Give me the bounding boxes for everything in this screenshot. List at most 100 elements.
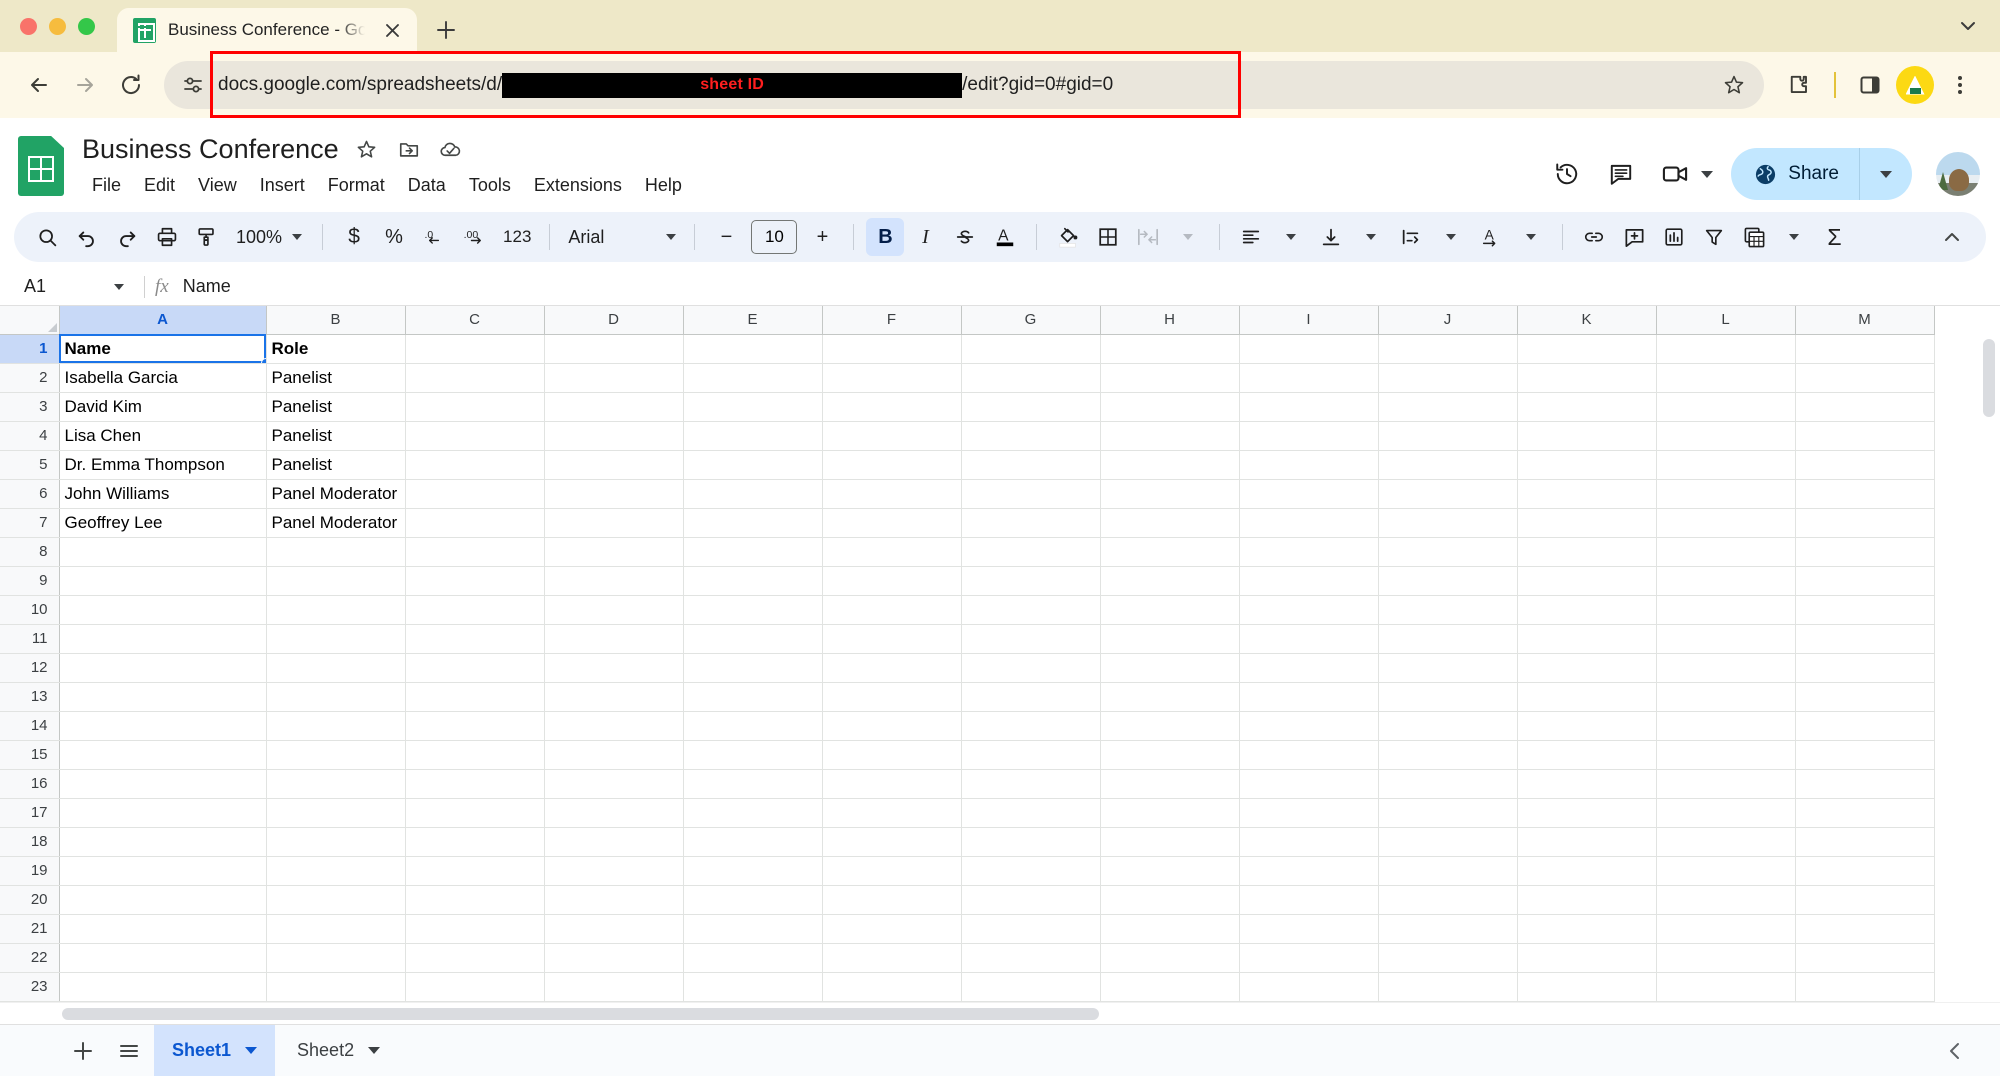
cell-E6[interactable] (683, 479, 822, 508)
cell-M18[interactable] (1795, 827, 1934, 856)
cell-M21[interactable] (1795, 914, 1934, 943)
cell-L2[interactable] (1656, 363, 1795, 392)
minimize-window-button[interactable] (49, 18, 66, 35)
cell-G13[interactable] (961, 682, 1100, 711)
cell-H6[interactable] (1100, 479, 1239, 508)
cell-L18[interactable] (1656, 827, 1795, 856)
star-icon[interactable] (1714, 65, 1754, 105)
cell-D9[interactable] (544, 566, 683, 595)
cell-I6[interactable] (1239, 479, 1378, 508)
currency-format-button[interactable]: $ (335, 218, 373, 256)
cell-A21[interactable] (59, 914, 266, 943)
cell-I21[interactable] (1239, 914, 1378, 943)
cell-J18[interactable] (1378, 827, 1517, 856)
sheet-tab-sheet1[interactable]: Sheet1 (154, 1025, 275, 1076)
increase-decimal-button[interactable]: .00 (455, 218, 495, 256)
cell-E2[interactable] (683, 363, 822, 392)
undo-icon[interactable] (68, 218, 106, 256)
bold-button[interactable]: B (866, 218, 904, 256)
cell-F7[interactable] (822, 508, 961, 537)
page-title[interactable]: Business Conference (82, 134, 339, 165)
cell-D1[interactable] (544, 334, 683, 363)
cell-G15[interactable] (961, 740, 1100, 769)
cell-K12[interactable] (1517, 653, 1656, 682)
cell-D15[interactable] (544, 740, 683, 769)
chevron-down-icon[interactable] (114, 284, 124, 290)
cell-A5[interactable]: Dr. Emma Thompson (59, 450, 266, 479)
add-comment-icon[interactable] (1615, 218, 1653, 256)
cell-L4[interactable] (1656, 421, 1795, 450)
cell-B7[interactable]: Panel Moderator (266, 508, 405, 537)
row-header-19[interactable]: 19 (0, 856, 59, 885)
meet-button[interactable] (1651, 150, 1713, 198)
name-box[interactable]: A1 (6, 268, 134, 305)
cell-E14[interactable] (683, 711, 822, 740)
cell-M2[interactable] (1795, 363, 1934, 392)
cell-D22[interactable] (544, 943, 683, 972)
cell-K4[interactable] (1517, 421, 1656, 450)
cell-F6[interactable] (822, 479, 961, 508)
cell-K10[interactable] (1517, 595, 1656, 624)
cell-E7[interactable] (683, 508, 822, 537)
profile-avatar-icon[interactable] (1896, 66, 1934, 104)
cell-C6[interactable] (405, 479, 544, 508)
cell-M15[interactable] (1795, 740, 1934, 769)
cell-H22[interactable] (1100, 943, 1239, 972)
cell-H19[interactable] (1100, 856, 1239, 885)
cell-C18[interactable] (405, 827, 544, 856)
cell-K2[interactable] (1517, 363, 1656, 392)
cell-K23[interactable] (1517, 972, 1656, 1001)
cell-I5[interactable] (1239, 450, 1378, 479)
cell-F16[interactable] (822, 769, 961, 798)
cell-L17[interactable] (1656, 798, 1795, 827)
cell-M1[interactable] (1795, 334, 1934, 363)
cell-I18[interactable] (1239, 827, 1378, 856)
cell-D17[interactable] (544, 798, 683, 827)
cell-K9[interactable] (1517, 566, 1656, 595)
cell-F23[interactable] (822, 972, 961, 1001)
zoom-select[interactable]: 100% (228, 218, 310, 256)
cell-A6[interactable]: John Williams (59, 479, 266, 508)
text-wrapping-icon[interactable] (1392, 218, 1430, 256)
cell-H10[interactable] (1100, 595, 1239, 624)
cell-J2[interactable] (1378, 363, 1517, 392)
share-dropdown-button[interactable] (1860, 148, 1912, 200)
cell-M22[interactable] (1795, 943, 1934, 972)
cell-E12[interactable] (683, 653, 822, 682)
cell-L1[interactable] (1656, 334, 1795, 363)
cell-F12[interactable] (822, 653, 961, 682)
cell-C9[interactable] (405, 566, 544, 595)
row-header-20[interactable]: 20 (0, 885, 59, 914)
cell-B19[interactable] (266, 856, 405, 885)
version-history-icon[interactable] (1543, 150, 1591, 198)
browser-tab[interactable]: Business Conference - Google Sheets (117, 8, 417, 52)
cell-B6[interactable]: Panel Moderator (266, 479, 405, 508)
cell-B9[interactable] (266, 566, 405, 595)
cell-L15[interactable] (1656, 740, 1795, 769)
cell-B14[interactable] (266, 711, 405, 740)
cell-C11[interactable] (405, 624, 544, 653)
column-header-d[interactable]: D (544, 306, 683, 334)
cell-G21[interactable] (961, 914, 1100, 943)
cell-B16[interactable] (266, 769, 405, 798)
column-header-h[interactable]: H (1100, 306, 1239, 334)
cell-C2[interactable] (405, 363, 544, 392)
more-formats-button[interactable]: 123 (497, 218, 537, 256)
move-to-folder-icon[interactable] (395, 135, 423, 163)
cell-A9[interactable] (59, 566, 266, 595)
formula-input[interactable]: Name (183, 276, 231, 297)
cell-L9[interactable] (1656, 566, 1795, 595)
menu-insert[interactable]: Insert (250, 170, 315, 201)
cell-I2[interactable] (1239, 363, 1378, 392)
cell-B2[interactable]: Panelist (266, 363, 405, 392)
column-header-l[interactable]: L (1656, 306, 1795, 334)
cell-J19[interactable] (1378, 856, 1517, 885)
cell-E21[interactable] (683, 914, 822, 943)
explore-button[interactable] (1944, 1040, 2000, 1062)
cell-H17[interactable] (1100, 798, 1239, 827)
cell-K8[interactable] (1517, 537, 1656, 566)
cell-K6[interactable] (1517, 479, 1656, 508)
cell-B23[interactable] (266, 972, 405, 1001)
row-header-6[interactable]: 6 (0, 479, 59, 508)
cell-M12[interactable] (1795, 653, 1934, 682)
